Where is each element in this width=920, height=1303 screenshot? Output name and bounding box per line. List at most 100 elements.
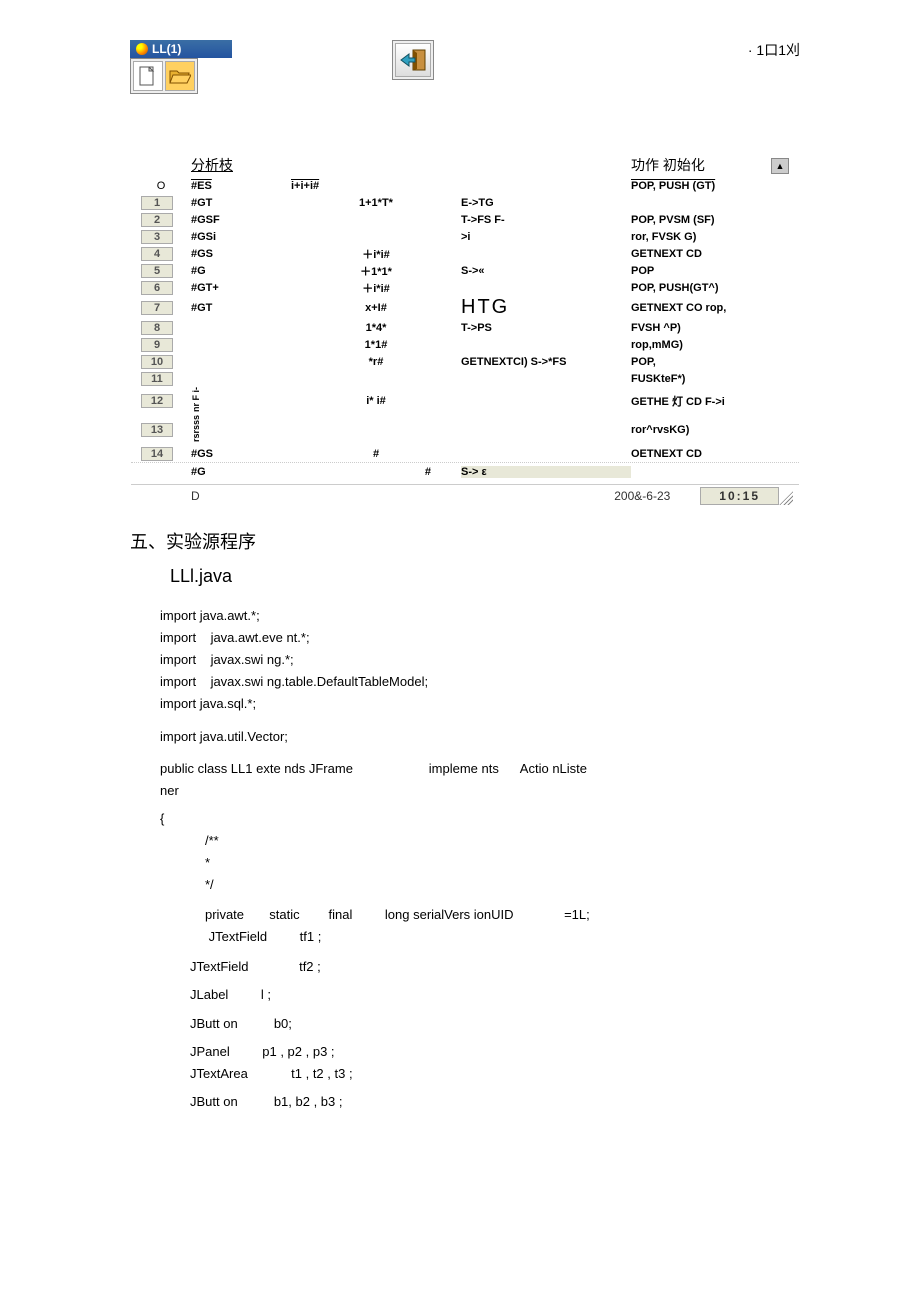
cell-prod: HTG bbox=[461, 296, 631, 319]
col-header-stack: 分析枝 bbox=[191, 155, 291, 177]
cell-action: GETHE 灯 CD F->i bbox=[631, 393, 771, 409]
section-title: 五、实验源程序 bbox=[130, 528, 800, 554]
table-row: 13rsrsssror^rvsKG) bbox=[131, 415, 799, 445]
cell-prod: T->FS F- bbox=[461, 214, 631, 226]
table-row: 2 #GSF T->FS F-POP, PVSM (SF) bbox=[131, 211, 799, 228]
table-row: 12nr F i-i* i#GETHE 灯 CD F->i bbox=[131, 387, 799, 415]
cell-stack: #GSi bbox=[191, 231, 291, 243]
cell-input: # bbox=[291, 466, 461, 478]
status-bar: D 200&-6-23 10:15 bbox=[131, 484, 799, 505]
status-time: 10:15 bbox=[700, 487, 779, 505]
code-line: * bbox=[205, 852, 800, 874]
row-number: 2 bbox=[141, 213, 173, 227]
section-subtitle: LLl.java bbox=[170, 566, 800, 587]
cell-prod: S-> ε bbox=[461, 466, 631, 478]
exit-toolbar bbox=[392, 40, 434, 80]
code-line: import javax.swi ng.table.DefaultTableMo… bbox=[160, 671, 800, 693]
code-line: private static final long serialVers ion… bbox=[205, 904, 800, 926]
code-line: import javax.swi ng.*; bbox=[160, 649, 800, 671]
cell-action: POP, PVSM (SF) bbox=[631, 214, 771, 226]
cell-action: POP, PUSH (GT) bbox=[631, 180, 771, 192]
cell-prod: S->« bbox=[461, 265, 631, 277]
code-line: */ bbox=[205, 874, 800, 896]
cell-input: 1*1# bbox=[291, 339, 461, 351]
table-row: 6#GT+＋i*i#POP, PUSH(GT^) bbox=[131, 279, 799, 296]
cell-stack: #GS bbox=[191, 248, 291, 260]
table-row: 9 1*1# rop,mMG) bbox=[131, 336, 799, 353]
cell-input: ＋i*i# bbox=[291, 246, 461, 262]
row-number: 14 bbox=[141, 447, 173, 461]
cell-action: rop,mMG) bbox=[631, 339, 771, 351]
cell-action: POP, PUSH(GT^) bbox=[631, 282, 771, 294]
table-row: 11 FUSKteF*) bbox=[131, 370, 799, 387]
app-icon bbox=[136, 43, 148, 55]
code-line: JPanel p1 , p2 , p3 ; bbox=[190, 1041, 800, 1063]
code-line: { bbox=[160, 808, 800, 830]
cell-prod: E->TG bbox=[461, 197, 631, 209]
cell-action: FUSKteF*) bbox=[631, 373, 771, 385]
table-row: 4 #GS＋i*i# GETNEXT CD bbox=[131, 245, 799, 262]
code-line: JButt on b0; bbox=[190, 1013, 800, 1035]
row-number: 8 bbox=[141, 321, 173, 335]
analysis-grid: 分析枝 功作 初始化 ▲ O #ES i+i+i# POP, PUSH (GT)… bbox=[130, 154, 800, 506]
file-toolbar bbox=[130, 58, 198, 94]
row-number: 5 bbox=[141, 264, 173, 278]
resize-grip-icon[interactable] bbox=[779, 491, 793, 505]
exit-button[interactable] bbox=[395, 43, 431, 77]
app-title-bar: LL(1) bbox=[130, 40, 232, 58]
code-line: import java.util.Vector; bbox=[160, 726, 800, 748]
cell-action: FVSH ^P) bbox=[631, 322, 771, 334]
cell-stack: #GSF bbox=[191, 214, 291, 226]
code-line: import java.awt.*; bbox=[160, 605, 800, 627]
row-number: 9 bbox=[141, 338, 173, 352]
table-row: 14#GS#OETNEXT CD bbox=[131, 445, 799, 462]
cell-input: ＋i*i# bbox=[291, 280, 461, 296]
cell-input: i+i+i# bbox=[291, 180, 461, 192]
code-line: /** bbox=[205, 830, 800, 852]
status-date: 200&-6-23 bbox=[614, 489, 670, 503]
row-number: 7 bbox=[141, 301, 173, 315]
code-block: import java.awt.*; import java.awt.eve n… bbox=[160, 605, 800, 1113]
cell-input: # bbox=[291, 448, 461, 460]
row-number: 12 bbox=[141, 394, 173, 408]
table-row: 10*r#GETNEXTCI) S->*FSPOP, bbox=[131, 353, 799, 370]
cell-action: POP bbox=[631, 265, 771, 277]
new-file-button[interactable] bbox=[133, 61, 163, 91]
cell-input: 1*4* bbox=[291, 322, 461, 334]
row-number: 4 bbox=[141, 247, 173, 261]
cell-stack: #ES bbox=[191, 180, 291, 192]
table-row: 7#GTx+I#HTGGETNEXT CO rop, bbox=[131, 296, 799, 319]
cell-input: ＋1*1* bbox=[291, 263, 461, 279]
scroll-up-icon[interactable]: ▲ bbox=[771, 158, 789, 174]
table-row: 3#GSi>iror, FVSK G) bbox=[131, 228, 799, 245]
col-header-action: 功作 初始化 bbox=[631, 155, 771, 177]
cell-input: 1+1*T* bbox=[291, 197, 461, 209]
code-line: JLabel l ; bbox=[190, 984, 800, 1006]
row-number: 13 bbox=[141, 423, 173, 437]
cell-stack: #GT bbox=[191, 302, 291, 314]
cell-stack: #GT bbox=[191, 197, 291, 209]
row-number: 1 bbox=[141, 196, 173, 210]
code-line: JButt on b1, b2 , b3 ; bbox=[190, 1091, 800, 1113]
row-num-O: O bbox=[131, 180, 191, 192]
code-line: JTextField tf2 ; bbox=[190, 956, 800, 978]
cell-stack: rsrsss bbox=[191, 415, 291, 445]
cell-stack: #GT+ bbox=[191, 282, 291, 294]
open-file-button[interactable] bbox=[165, 61, 195, 91]
row-number: 11 bbox=[141, 372, 173, 386]
cell-action: GETNEXT CD bbox=[631, 248, 771, 260]
cell-prod: T->PS bbox=[461, 322, 631, 334]
table-row: 1 #GT1+1*T*E->TG bbox=[131, 194, 799, 211]
row-number: 3 bbox=[141, 230, 173, 244]
code-line: ner bbox=[160, 780, 800, 802]
status-D: D bbox=[191, 489, 200, 503]
table-row: 8 1*4*T->PSFVSH ^P) bbox=[131, 319, 799, 336]
cell-action: POP, bbox=[631, 356, 771, 368]
cell-input: i* i# bbox=[291, 395, 461, 407]
table-row: 5#G＋1*1*S->«POP bbox=[131, 262, 799, 279]
code-line: import java.sql.*; bbox=[160, 693, 800, 715]
code-line: public class LL1 exte nds JFrame impleme… bbox=[160, 758, 800, 780]
app-title: LL(1) bbox=[152, 42, 181, 56]
cell-input: *r# bbox=[291, 356, 461, 368]
cell-prod: GETNEXTCI) S->*FS bbox=[461, 356, 631, 368]
